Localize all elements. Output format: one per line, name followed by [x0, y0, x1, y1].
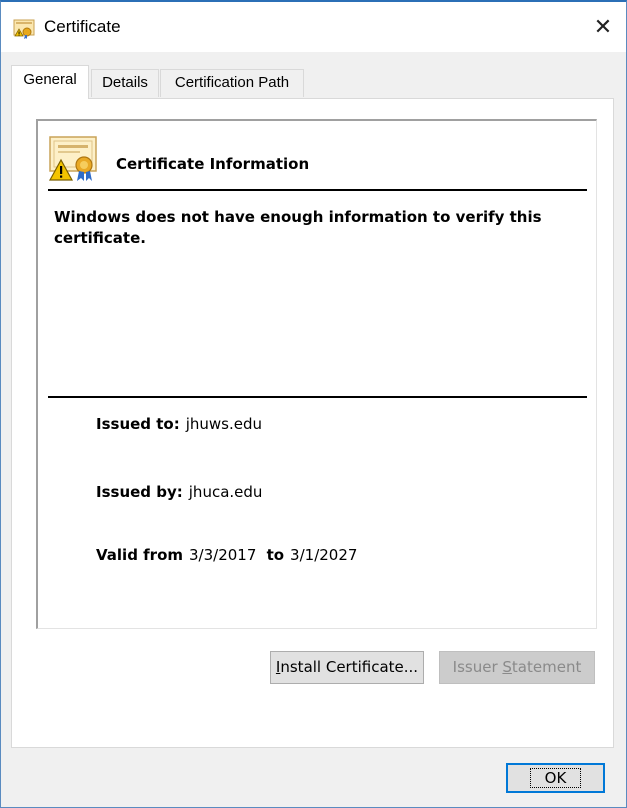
- certificate-dialog: Certificate ✕ General Details Certificat…: [0, 0, 627, 808]
- issued-by-value: jhuca.edu: [188, 483, 263, 501]
- ok-button[interactable]: OK: [506, 763, 605, 793]
- general-tab-panel: Certificate Information Windows does not…: [11, 98, 614, 748]
- close-icon: ✕: [593, 14, 613, 39]
- validity-row: Valid from 3/3/2017 to 3/1/2027: [96, 546, 357, 564]
- divider: [48, 396, 587, 398]
- verification-warning-text: Windows does not have enough information…: [54, 208, 542, 247]
- certificate-info-heading: Certificate Information: [116, 155, 310, 173]
- ok-label: OK: [529, 768, 582, 788]
- divider: [48, 189, 587, 191]
- install-certificate-button[interactable]: Install Certificate...: [270, 651, 424, 684]
- issuer-statement-accelerator: S: [502, 658, 512, 676]
- certificate-warning-icon: [48, 136, 97, 181]
- tab-details[interactable]: Details: [91, 69, 159, 97]
- window-title: Certificate: [44, 17, 121, 36]
- issuer-statement-button[interactable]: Issuer Statement: [439, 651, 595, 684]
- title-bar: Certificate ✕: [1, 2, 626, 52]
- close-button[interactable]: ✕: [580, 2, 626, 52]
- issued-to-label: Issued to:: [96, 415, 180, 433]
- certificate-info-box: Certificate Information Windows does not…: [36, 119, 597, 629]
- valid-to-value: 3/1/2027: [290, 546, 358, 564]
- tab-certification-path[interactable]: Certification Path: [160, 69, 304, 97]
- issued-by-label: Issued by:: [96, 483, 183, 501]
- valid-from-value: 3/3/2017: [189, 546, 257, 564]
- certificate-icon: [13, 19, 35, 39]
- issued-to-row: Issued to: jhuws.edu: [96, 415, 262, 433]
- issued-to-value: jhuws.edu: [185, 415, 263, 433]
- valid-from-label: Valid from: [96, 546, 184, 564]
- issued-by-row: Issued by: jhuca.edu: [96, 483, 262, 501]
- tab-general[interactable]: General: [11, 65, 89, 99]
- valid-to-label: to: [266, 546, 285, 564]
